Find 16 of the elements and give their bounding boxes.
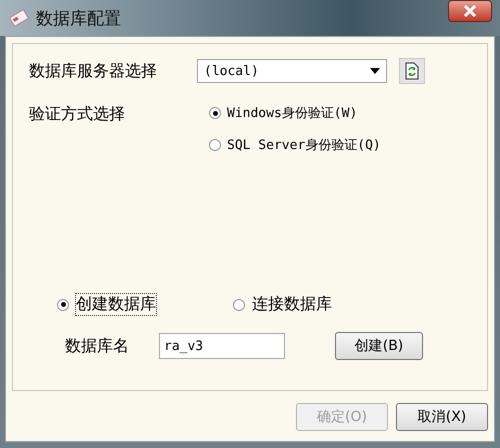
window-title: 数据库配置	[36, 8, 121, 30]
mode-radio[interactable]: 连接数据库	[233, 293, 333, 316]
refresh-button[interactable]	[399, 58, 425, 84]
close-button[interactable]	[448, 0, 492, 22]
refresh-icon	[405, 62, 419, 80]
database-name-label: 数据库名	[65, 336, 129, 356]
dialog-button[interactable]: 取消(X)	[396, 403, 488, 431]
auth-radio[interactable]: SQL Server身份验证(Q)	[209, 136, 381, 154]
server-label: 数据库服务器选择	[29, 60, 158, 82]
create-button[interactable]: 创建(B)	[335, 332, 423, 360]
server-dropdown[interactable]: (local)	[197, 59, 387, 83]
auth-radio[interactable]: Windows身份验证(W)	[209, 104, 358, 122]
close-icon	[463, 5, 477, 17]
database-name-field[interactable]: ra_v3	[159, 333, 285, 359]
dropdown-arrow-icon	[370, 68, 380, 74]
auth-label: 验证方式选择	[29, 104, 126, 125]
